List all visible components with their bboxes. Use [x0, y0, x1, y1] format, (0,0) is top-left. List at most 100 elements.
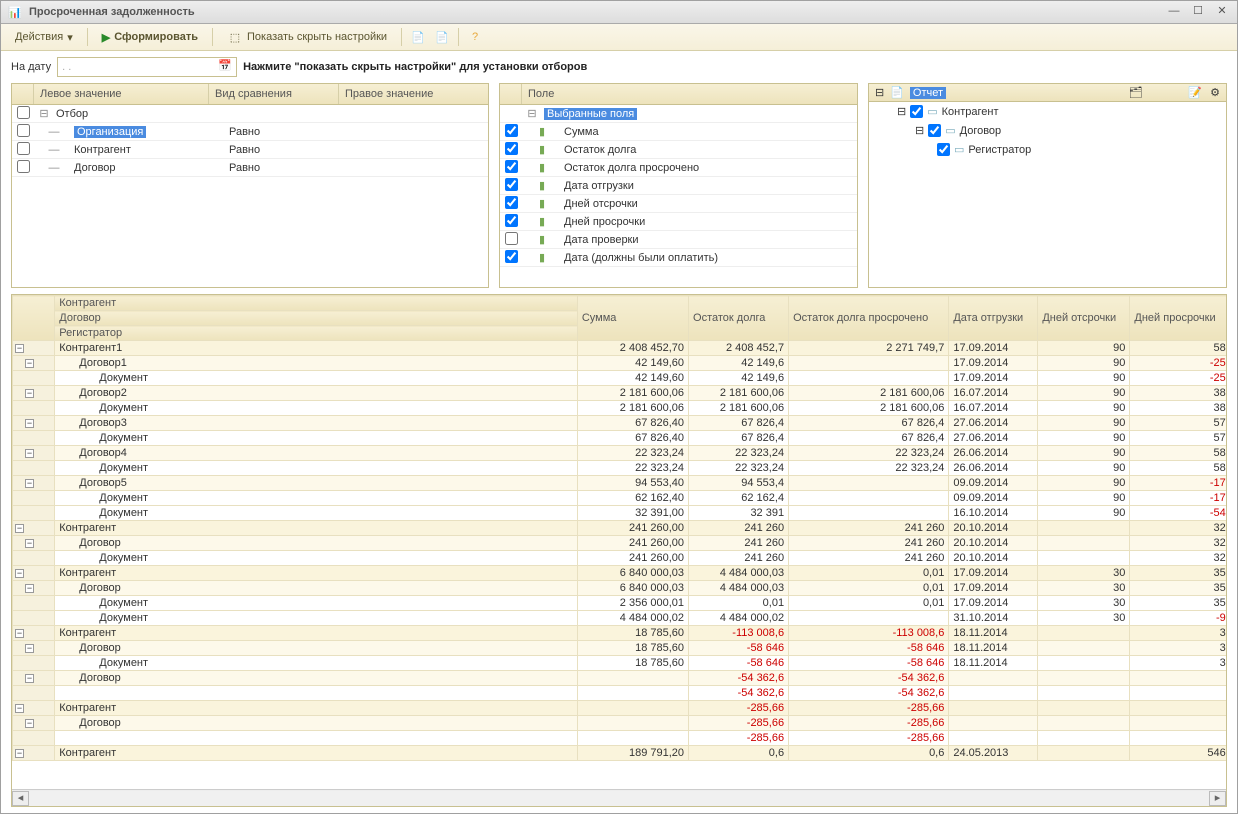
- expand-icon[interactable]: −: [25, 674, 34, 683]
- tree-cell[interactable]: −: [13, 701, 55, 716]
- tree-cell[interactable]: −: [13, 416, 55, 431]
- table-row[interactable]: − Договор 18 785,60 -58 646 -58 646 18.1…: [13, 641, 1227, 656]
- expand-icon[interactable]: −: [25, 719, 34, 728]
- hdr-balance[interactable]: Остаток долга: [689, 296, 789, 341]
- table-row[interactable]: Документ 62 162,40 62 162,4 09.09.2014 9…: [13, 491, 1227, 506]
- field-checkbox[interactable]: [505, 214, 518, 227]
- close-button[interactable]: ✕: [1213, 4, 1231, 20]
- expand-icon[interactable]: −: [15, 524, 24, 533]
- hdr-registrar[interactable]: Регистратор: [55, 326, 578, 341]
- struct-row[interactable]: ⊟ ▭ Договор: [869, 121, 1226, 140]
- table-row[interactable]: Документ 32 391,00 32 391 16.10.2014 90 …: [13, 506, 1227, 521]
- struct-edit-icon[interactable]: 📝: [1188, 86, 1202, 99]
- field-checkbox[interactable]: [505, 142, 518, 155]
- filter-root-row[interactable]: ⊟ Отбор: [12, 105, 488, 123]
- table-row[interactable]: − Договор3 67 826,40 67 826,4 67 826,4 2…: [13, 416, 1227, 431]
- tree-cell[interactable]: −: [13, 626, 55, 641]
- struct-checkbox[interactable]: [937, 143, 950, 156]
- table-row[interactable]: -285,66 -285,66: [13, 731, 1227, 746]
- form-button[interactable]: ▶ Сформировать: [96, 29, 204, 46]
- tree-cell[interactable]: −: [13, 671, 55, 686]
- filter-row[interactable]: — Организация Равно: [12, 123, 488, 141]
- table-row[interactable]: Документ 241 260,00 241 260 241 260 20.1…: [13, 551, 1227, 566]
- date-input[interactable]: . . 📅: [57, 57, 237, 77]
- maximize-button[interactable]: ☐: [1189, 4, 1207, 20]
- table-row[interactable]: − Договор 241 260,00 241 260 241 260 20.…: [13, 536, 1227, 551]
- tree-cell[interactable]: [13, 431, 55, 446]
- expand-icon[interactable]: −: [15, 344, 24, 353]
- field-checkbox[interactable]: [505, 250, 518, 263]
- struct-root-label[interactable]: Отчет: [910, 87, 946, 99]
- expand-icon[interactable]: ⊟: [915, 124, 924, 137]
- collapse-icon[interactable]: ⊟: [875, 86, 884, 99]
- tree-cell[interactable]: −: [13, 476, 55, 491]
- tree-cell[interactable]: −: [13, 341, 55, 356]
- field-row[interactable]: ▮ Дата проверки: [500, 231, 857, 249]
- tree-cell[interactable]: −: [13, 581, 55, 596]
- field-checkbox[interactable]: [505, 232, 518, 245]
- table-row[interactable]: − Договор4 22 323,24 22 323,24 22 323,24…: [13, 446, 1227, 461]
- table-row[interactable]: − Контрагент 18 785,60 -113 008,6 -113 0…: [13, 626, 1227, 641]
- calendar-icon[interactable]: 📅: [218, 59, 234, 75]
- field-row[interactable]: ▮ Остаток долга: [500, 141, 857, 159]
- fields-root-row[interactable]: ⊟ Выбранные поля: [500, 105, 857, 123]
- hdr-overdays[interactable]: Дней просрочки: [1130, 296, 1226, 341]
- table-row[interactable]: Документ 42 149,60 42 149,6 17.09.2014 9…: [13, 371, 1227, 386]
- tree-cell[interactable]: −: [13, 641, 55, 656]
- tree-cell[interactable]: [13, 596, 55, 611]
- expand-icon[interactable]: −: [25, 644, 34, 653]
- hdr-sum[interactable]: Сумма: [577, 296, 688, 341]
- field-checkbox[interactable]: [505, 160, 518, 173]
- tree-cell[interactable]: [13, 461, 55, 476]
- grid-scroll[interactable]: Контрагент Сумма Остаток долга Остаток д…: [12, 295, 1226, 789]
- tree-cell[interactable]: [13, 506, 55, 521]
- actions-menu[interactable]: Действия ▾: [9, 29, 79, 46]
- filter-checkbox[interactable]: [17, 160, 30, 173]
- field-checkbox[interactable]: [505, 178, 518, 191]
- tree-cell[interactable]: −: [13, 356, 55, 371]
- toggle-settings-button[interactable]: ⬚ Показать скрыть настройки: [221, 27, 393, 47]
- scroll-right[interactable]: ▸: [1209, 791, 1226, 806]
- tree-cell[interactable]: −: [13, 521, 55, 536]
- filter-checkbox[interactable]: [17, 124, 30, 137]
- tree-cell[interactable]: [13, 686, 55, 701]
- table-row[interactable]: Документ 67 826,40 67 826,4 67 826,4 27.…: [13, 431, 1227, 446]
- tree-cell[interactable]: −: [13, 566, 55, 581]
- table-row[interactable]: − Контрагент 189 791,20 0,6 0,6 24.05.20…: [13, 746, 1227, 761]
- table-row[interactable]: Документ 2 356 000,01 0,01 0,01 17.09.20…: [13, 596, 1227, 611]
- scroll-left[interactable]: ◂: [12, 791, 29, 806]
- tree-cell[interactable]: [13, 401, 55, 416]
- expand-icon[interactable]: −: [25, 389, 34, 398]
- table-row[interactable]: − Договор -285,66 -285,66: [13, 716, 1227, 731]
- tree-cell[interactable]: [13, 731, 55, 746]
- filter-checkbox[interactable]: [17, 142, 30, 155]
- export-del-icon[interactable]: 📄: [434, 29, 450, 45]
- table-row[interactable]: Документ 4 484 000,02 4 484 000,02 31.10…: [13, 611, 1227, 626]
- minimize-button[interactable]: —: [1165, 4, 1183, 20]
- table-row[interactable]: − Договор5 94 553,40 94 553,4 09.09.2014…: [13, 476, 1227, 491]
- table-row[interactable]: − Договор2 2 181 600,06 2 181 600,06 2 1…: [13, 386, 1227, 401]
- hdr-contract[interactable]: Договор: [55, 311, 578, 326]
- hdr-grace[interactable]: Дней отсрочки: [1038, 296, 1130, 341]
- table-row[interactable]: Документ 2 181 600,06 2 181 600,06 2 181…: [13, 401, 1227, 416]
- field-row[interactable]: ▮ Сумма: [500, 123, 857, 141]
- tree-cell[interactable]: [13, 371, 55, 386]
- table-row[interactable]: − Контрагент 6 840 000,03 4 484 000,03 0…: [13, 566, 1227, 581]
- hdr-overdue[interactable]: Остаток долга просрочено: [789, 296, 949, 341]
- tree-cell[interactable]: [13, 611, 55, 626]
- tree-cell[interactable]: [13, 656, 55, 671]
- field-checkbox[interactable]: [505, 124, 518, 137]
- hdr-shipdate[interactable]: Дата отгрузки: [949, 296, 1038, 341]
- tree-cell[interactable]: −: [13, 746, 55, 761]
- table-row[interactable]: − Договор -54 362,6 -54 362,6: [13, 671, 1227, 686]
- tree-cell[interactable]: [13, 491, 55, 506]
- struct-row[interactable]: ▭ Регистратор: [869, 140, 1226, 159]
- expand-icon[interactable]: −: [15, 704, 24, 713]
- tree-cell[interactable]: [13, 551, 55, 566]
- table-row[interactable]: Документ 18 785,60 -58 646 -58 646 18.11…: [13, 656, 1227, 671]
- struct-checkbox[interactable]: [910, 105, 923, 118]
- filter-row[interactable]: — Контрагент Равно: [12, 141, 488, 159]
- tree-cell[interactable]: −: [13, 536, 55, 551]
- tree-cell[interactable]: −: [13, 446, 55, 461]
- field-row[interactable]: ▮ Остаток долга просрочено: [500, 159, 857, 177]
